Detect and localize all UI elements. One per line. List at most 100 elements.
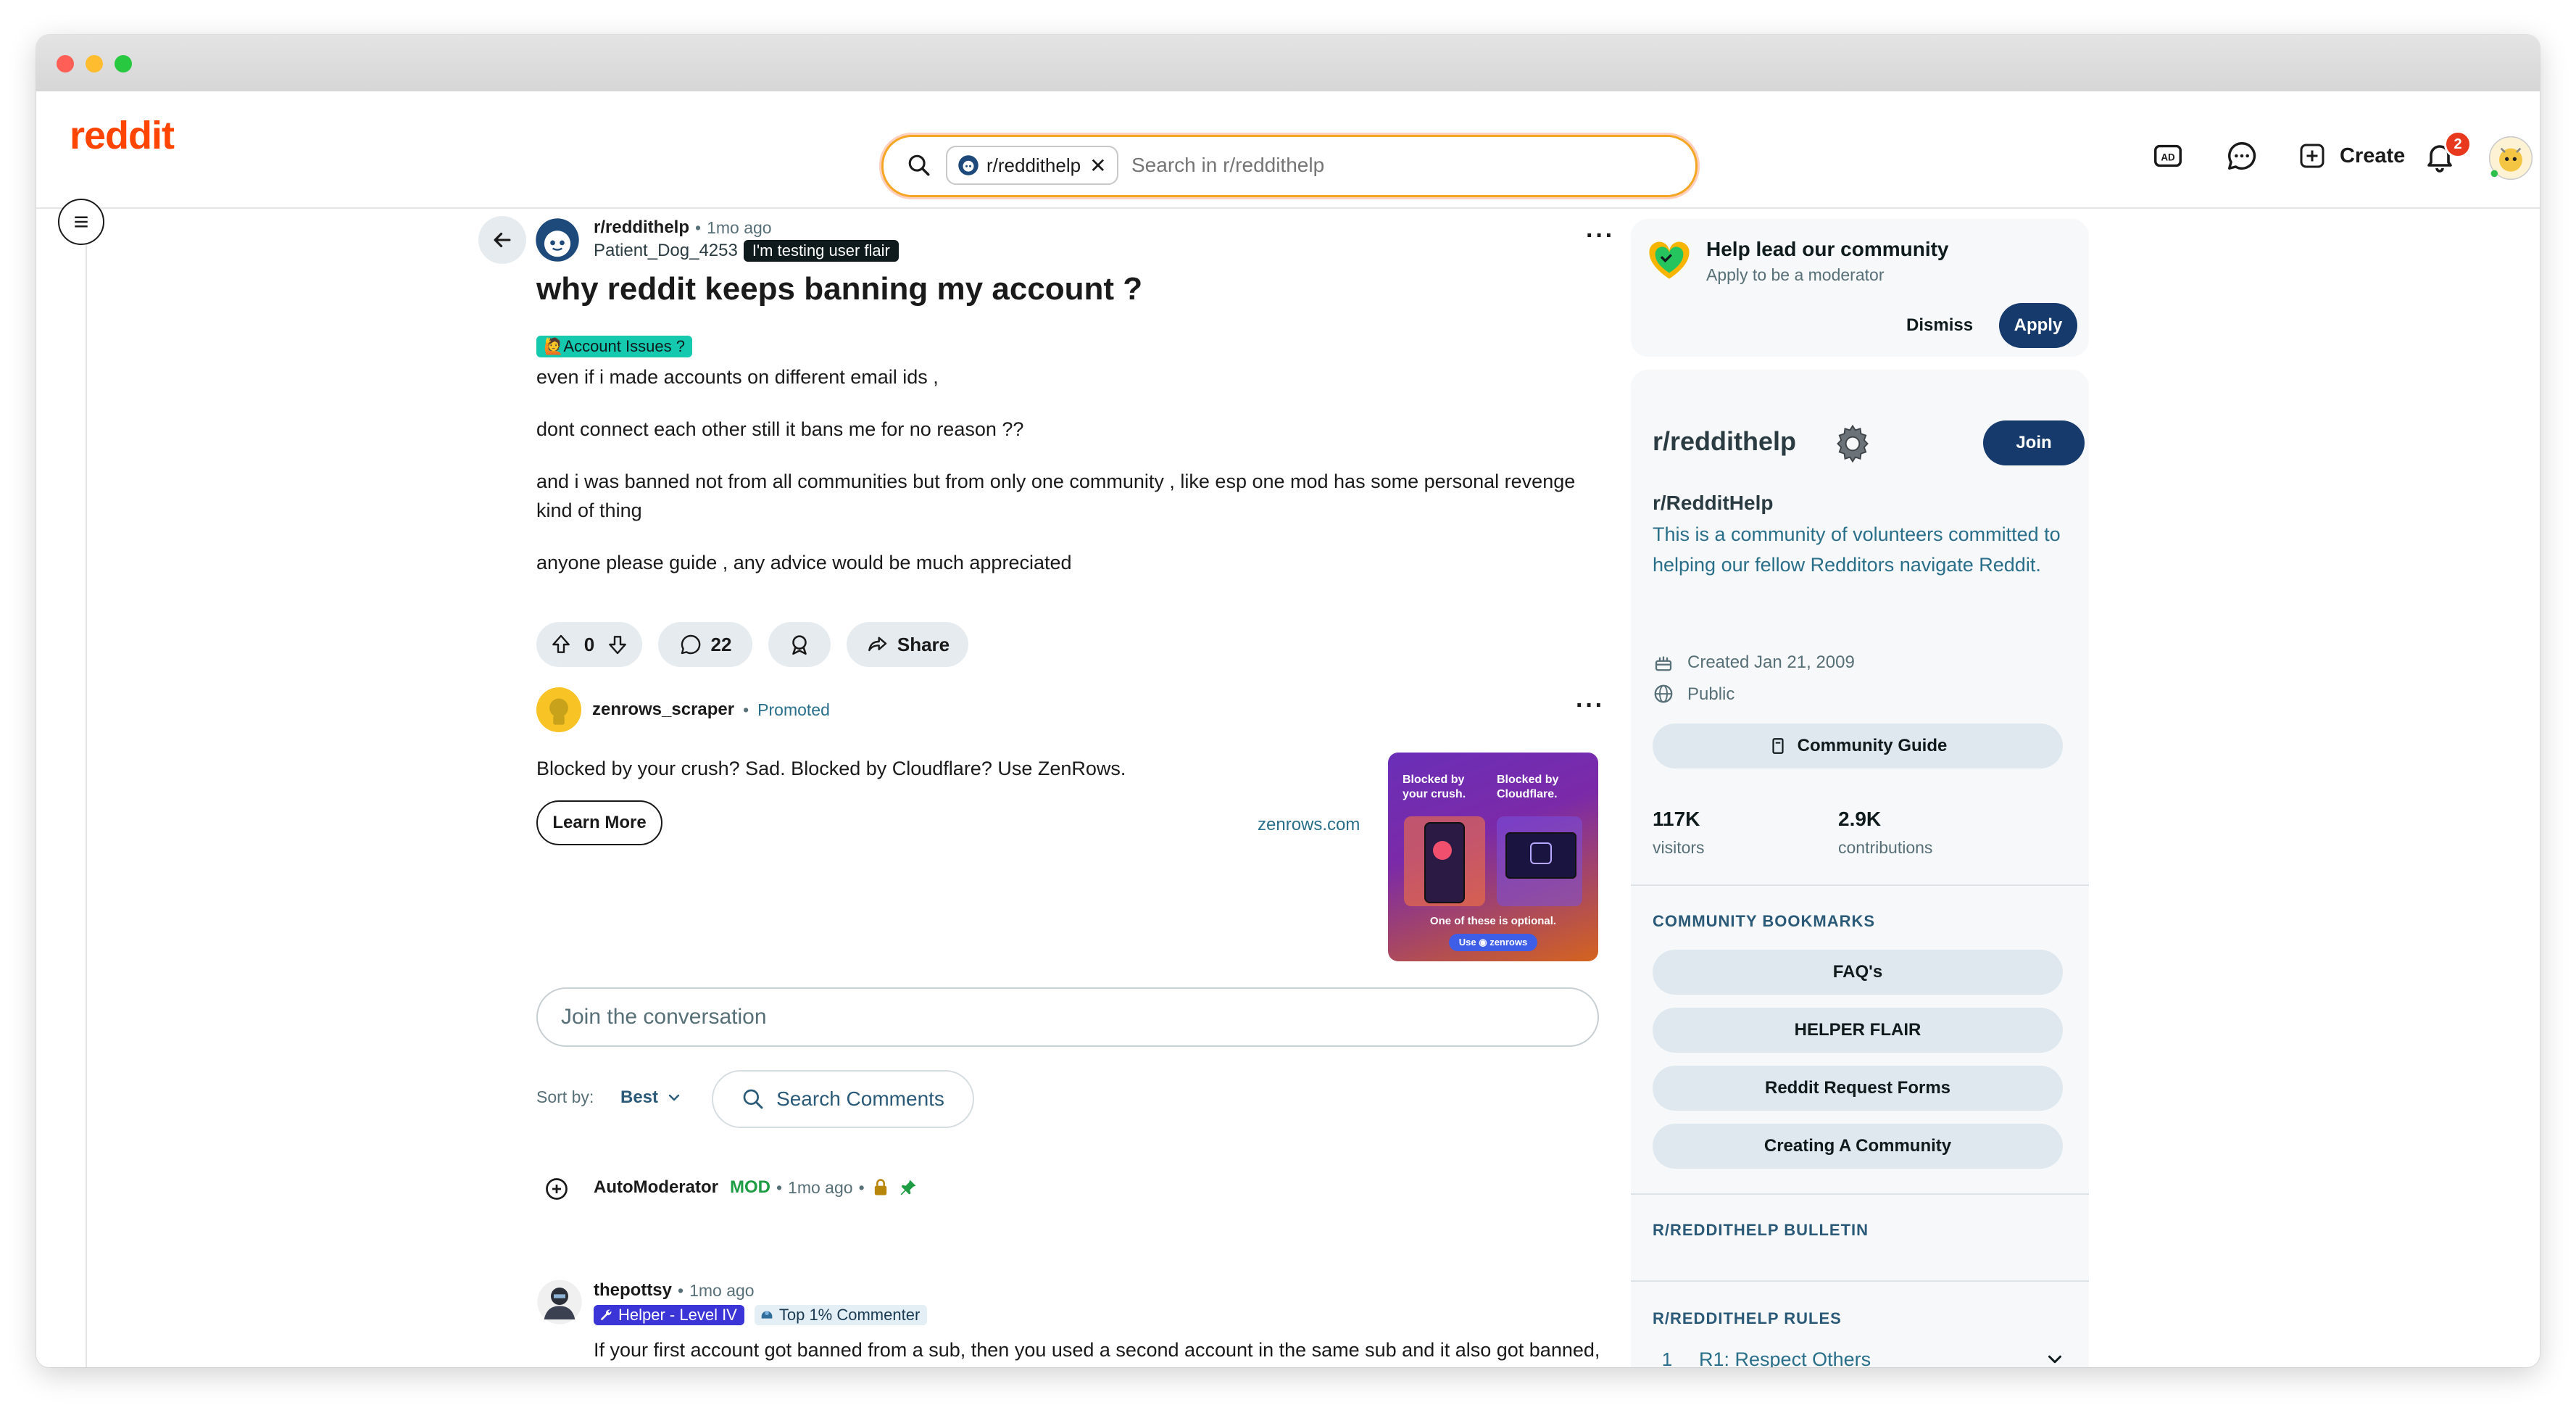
search-icon [908, 154, 930, 176]
notification-count-badge: 2 [2444, 130, 2472, 158]
share-icon [868, 637, 887, 652]
join-button[interactable]: Join [1983, 420, 2085, 465]
share-button[interactable]: Share [847, 622, 968, 667]
expand-comment-icon[interactable] [544, 1176, 570, 1202]
award-button[interactable] [768, 622, 831, 667]
search-chip-label: r/reddithelp [986, 154, 1081, 176]
close-window-button[interactable] [57, 55, 74, 72]
top-commenter-icon [761, 1311, 773, 1319]
advertise-icon[interactable]: AD [2151, 139, 2185, 173]
subreddit-avatar[interactable] [535, 217, 580, 262]
visitors-value: 117K [1653, 808, 1700, 830]
reddit-logo[interactable]: reddit [70, 113, 175, 158]
community-guide-button[interactable]: Community Guide [1653, 724, 2063, 768]
commenter-avatar[interactable] [536, 1279, 583, 1325]
ad-domain-link[interactable]: zenrows.com [1258, 815, 1360, 835]
bookmark-creating-community[interactable]: Creating A Community [1653, 1124, 2063, 1169]
globe-icon [1654, 684, 1673, 703]
divider [1631, 1193, 2089, 1195]
comment-input-placeholder: Join the conversation [561, 1005, 767, 1029]
subreddit-avatar-icon [958, 155, 979, 175]
post-meta-line: r/reddithelp • 1mo ago [594, 217, 772, 238]
community-sidebar: r/reddithelp Join r/RedditHelp This is a… [1631, 370, 2089, 1367]
ad-image-panel-left [1404, 816, 1485, 906]
sort-value: Best [620, 1087, 659, 1107]
advertiser-avatar[interactable] [536, 687, 581, 732]
subreddit-link[interactable]: r/reddithelp [594, 217, 689, 238]
bookmark-helper-flair[interactable]: HELPER FLAIR [1653, 1008, 2063, 1053]
post-title: why reddit keeps banning my account ? [536, 271, 1143, 307]
book-icon [1772, 738, 1784, 754]
learn-more-button[interactable]: Learn More [536, 800, 662, 845]
chat-icon[interactable] [2225, 139, 2259, 173]
back-button[interactable] [478, 216, 526, 264]
post-time: 1mo ago [707, 217, 772, 237]
chevron-down-icon [2048, 1355, 2061, 1364]
promoted-label: Promoted [757, 700, 830, 719]
post-author-line: Patient_Dog_4253 I'm testing user flair [594, 240, 899, 262]
comment-time: 1mo ago [788, 1177, 853, 1197]
mod-invite-card: Help lead our community Apply to be a mo… [1631, 219, 2089, 357]
gear-icon [1837, 424, 1869, 463]
search-comments-label: Search Comments [776, 1087, 944, 1110]
bookmark-request-forms[interactable]: Reddit Request Forms [1653, 1066, 2063, 1111]
comment-icon [681, 634, 700, 655]
minimize-window-button[interactable] [86, 55, 103, 72]
rules-heading: R/REDDITHELP RULES [1653, 1309, 1842, 1327]
maximize-window-button[interactable] [115, 55, 132, 72]
downvote-icon[interactable] [606, 633, 629, 656]
ad-text: Blocked by your crush? Sad. Blocked by C… [536, 758, 1126, 779]
rule-item[interactable]: 1 R1: Respect Others [1653, 1341, 2066, 1367]
share-label: Share [897, 633, 950, 655]
dismiss-button[interactable]: Dismiss [1906, 303, 1973, 348]
comment-count: 22 [710, 633, 732, 655]
community-name[interactable]: r/reddithelp [1653, 426, 1796, 457]
search-icon [743, 1089, 763, 1109]
expand-navigation-button[interactable] [58, 199, 104, 245]
contributions-value: 2.9K [1838, 808, 1882, 830]
mod-badge: MOD [729, 1177, 770, 1197]
ad-image[interactable]: Blocked by your crush. Blocked by Cloudf… [1388, 753, 1598, 961]
menu-icon [75, 216, 88, 228]
ad-options-button[interactable]: ··· [1576, 692, 1605, 720]
rule-label: R1: Respect Others [1699, 1348, 1871, 1368]
search-scope-chip[interactable]: r/reddithelp ✕ [946, 146, 1118, 185]
mod-invite-title: Help lead our community [1706, 238, 1949, 260]
comment-time: 1mo ago [689, 1280, 755, 1300]
browser-window: reddit r/reddithelp ✕ AD [36, 35, 2540, 1367]
post-flair-badge[interactable]: 🙋‍Account Issues ? [536, 336, 692, 357]
sort-dropdown[interactable]: Best [620, 1083, 683, 1112]
cake-icon [1655, 656, 1672, 671]
post-body: even if i made accounts on different ema… [536, 362, 1587, 577]
advertiser-name[interactable]: zenrows_scraper [592, 700, 734, 720]
search-comments-button[interactable]: Search Comments [712, 1070, 974, 1128]
visitors-label: visitors [1653, 838, 1705, 857]
ad-image-text-right: Blocked by Cloudflare. [1497, 774, 1559, 800]
search-bar[interactable]: r/reddithelp ✕ [881, 135, 1698, 197]
post-author-link[interactable]: Patient_Dog_4253 [594, 241, 738, 261]
upvote-icon[interactable] [549, 633, 573, 656]
post-options-button[interactable]: ··· [1586, 222, 1615, 250]
create-label: Create [2340, 144, 2406, 167]
plus-icon [2300, 144, 2324, 168]
ad-image-bottom-text: One of these is optional. [1429, 915, 1557, 927]
community-display-name: r/RedditHelp [1653, 492, 1774, 514]
search-input[interactable] [1130, 147, 1669, 183]
heart-mod-icon [1649, 241, 1690, 279]
comments-button[interactable]: 22 [658, 622, 752, 667]
svg-text:AD: AD [2161, 152, 2175, 163]
comment-author[interactable]: AutoModerator [594, 1177, 718, 1198]
vote-count: 0 [583, 633, 595, 655]
mod-invite-subtitle: Apply to be a moderator [1706, 265, 1885, 284]
divider [1631, 1280, 2089, 1282]
contributions-label: contributions [1838, 838, 1933, 857]
user-avatar[interactable] [2488, 135, 2534, 181]
bookmark-faqs[interactable]: FAQ's [1653, 950, 2063, 995]
clear-scope-icon[interactable]: ✕ [1089, 154, 1106, 178]
ad-image-panel-right [1497, 816, 1582, 906]
comment-author[interactable]: thepottsy [594, 1280, 672, 1301]
create-post-button[interactable]: Create [2298, 138, 2405, 174]
award-icon [792, 635, 807, 655]
comment-input-box[interactable]: Join the conversation [536, 987, 1599, 1047]
apply-button[interactable]: Apply [1999, 303, 2077, 348]
